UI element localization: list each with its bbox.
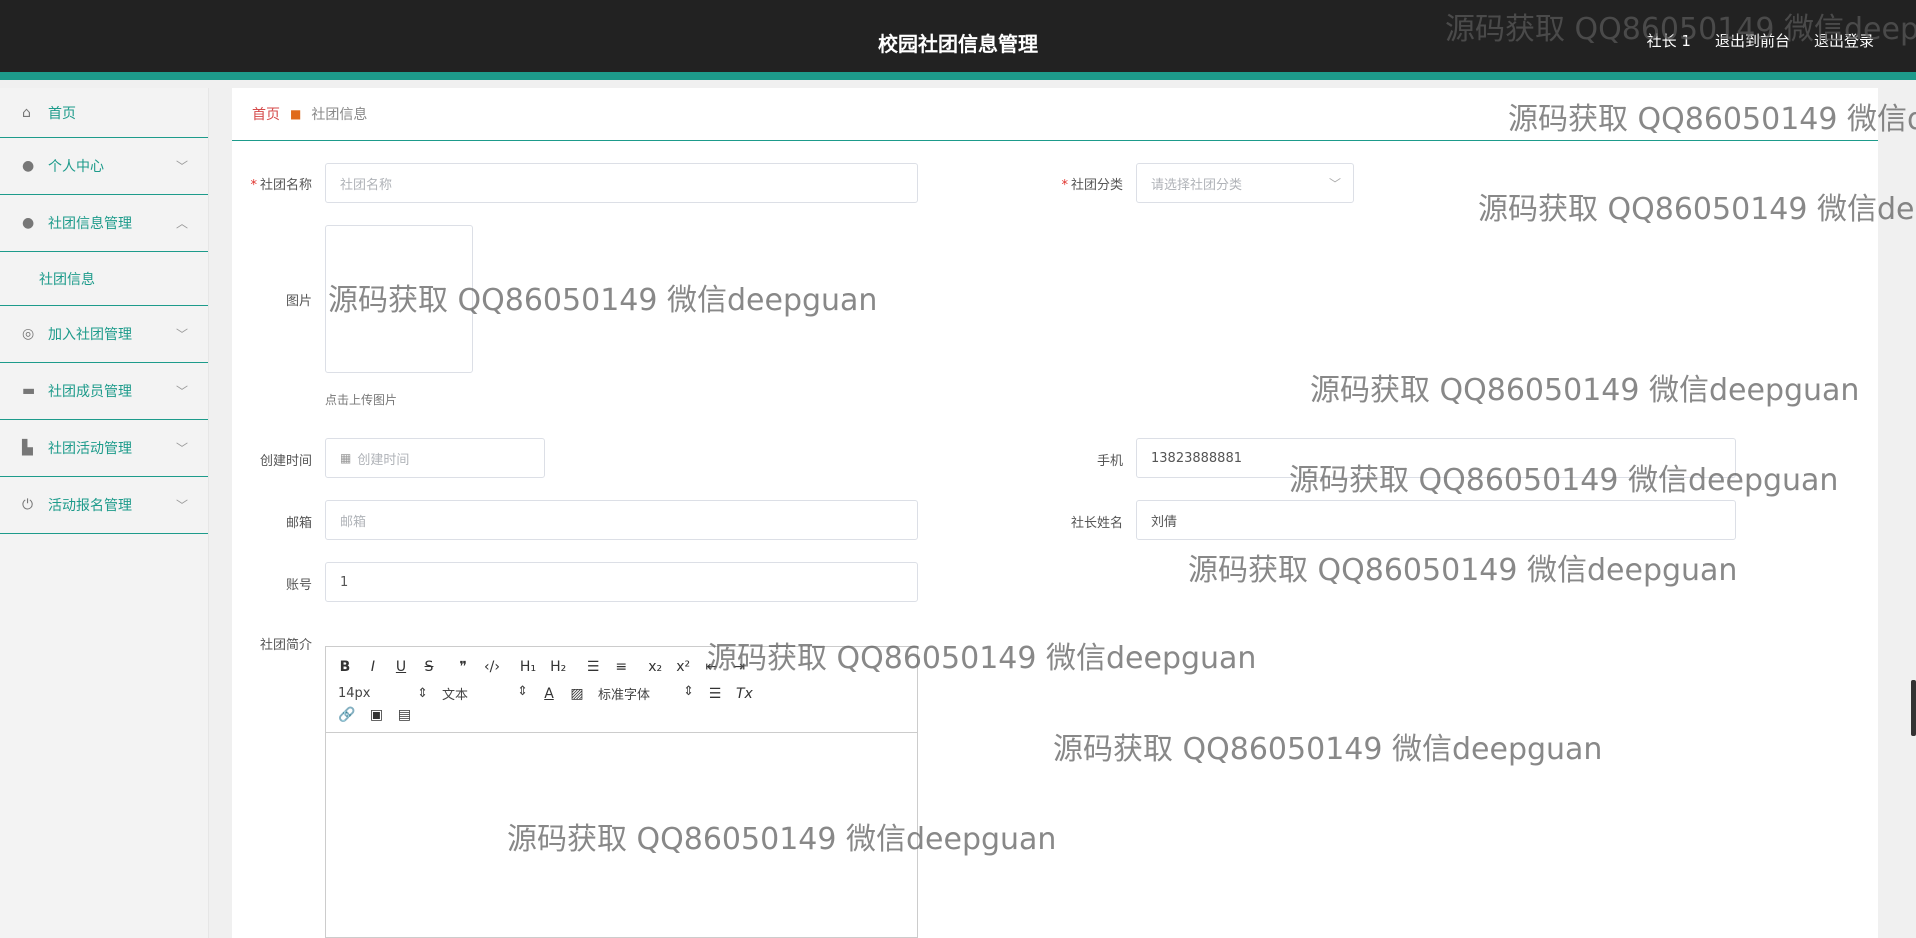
briefcase-icon: ▬: [22, 383, 36, 399]
quote-icon[interactable]: ❞: [456, 659, 470, 675]
intro-label: 社团简介: [259, 638, 312, 653]
leader-name-label: 社长姓名: [1070, 516, 1123, 531]
image-icon[interactable]: ▣: [369, 707, 383, 723]
updown-icon: ⇕: [683, 684, 694, 699]
sidebar-item-members[interactable]: ▬ 社团成员管理 ﹀: [0, 363, 208, 420]
sidebar-subitem-club-info[interactable]: 社团信息: [0, 252, 208, 306]
sidebar-item-label: 社团活动管理: [48, 441, 132, 457]
exit-to-front-link[interactable]: 退出到前台: [1715, 30, 1790, 51]
breadcrumb-separator-icon: ■: [290, 107, 302, 121]
home-icon: ⌂: [22, 104, 31, 121]
created-time-label: 创建时间: [259, 454, 312, 469]
sidebar: ⌂ 首页 ● 个人中心 ﹀ ● 社团信息管理 ︿ 社团信息 ◎ 加入社团管理 ﹀…: [0, 88, 209, 938]
font-size-value: 14px: [338, 686, 371, 701]
toolbar-row-3: 🔗 ▣ ▤: [338, 707, 411, 723]
account-input[interactable]: 1: [325, 562, 918, 602]
created-time-placeholder: 创建时间: [357, 452, 410, 468]
email-input[interactable]: 邮箱: [325, 500, 918, 540]
bullet-list-icon[interactable]: ≡: [614, 659, 628, 675]
superscript-icon[interactable]: x²: [676, 659, 690, 675]
header-actions: 社长 1 退出到前台 退出登录: [1647, 30, 1874, 51]
toolbar-row-1: B I U S ❞ ‹/› H₁ H₂ ☰ ≡ x₂ x² ⇤ ⇥: [338, 659, 746, 675]
background-color-icon[interactable]: ▨: [570, 686, 584, 702]
sidebar-item-home[interactable]: ⌂ 首页: [0, 88, 208, 138]
image-label: 图片: [285, 294, 312, 309]
account-label: 账号: [285, 578, 312, 593]
format-value: 文本: [442, 688, 469, 703]
upload-hint: 点击上传图片: [325, 393, 398, 407]
sidebar-item-label: 社团信息管理: [48, 216, 132, 232]
sidebar-item-join-club[interactable]: ◎ 加入社团管理 ﹀: [0, 306, 208, 363]
chevron-down-icon: ﹀: [1328, 176, 1341, 191]
phone-label: 手机: [1096, 454, 1123, 469]
font-family-value: 标准字体: [598, 688, 651, 703]
app-title: 校园社团信息管理: [878, 32, 1038, 56]
align-icon[interactable]: ☰: [708, 686, 722, 702]
sidebar-item-activities[interactable]: ▙ 社团活动管理 ﹀: [0, 420, 208, 477]
sidebar-item-label: 加入社团管理: [48, 327, 132, 343]
updown-icon: ⇕: [417, 686, 428, 701]
email-label: 邮箱: [285, 516, 312, 531]
chevron-down-icon: ﹀: [175, 498, 188, 513]
user-icon: ●: [22, 158, 35, 174]
sidebar-item-club-info[interactable]: ● 社团信息管理 ︿: [0, 195, 208, 252]
club-category-placeholder: 请选择社团分类: [1151, 177, 1243, 193]
club-category-select[interactable]: 请选择社团分类 ﹀: [1136, 163, 1354, 203]
rich-text-editor[interactable]: B I U S ❞ ‹/› H₁ H₂ ☰ ≡ x₂ x² ⇤ ⇥ 14px ⇕ …: [325, 646, 918, 938]
sidebar-item-label: 个人中心: [48, 159, 104, 175]
sidebar-item-label: 首页: [48, 105, 76, 122]
bold-icon[interactable]: B: [338, 659, 352, 675]
chevron-down-icon: ﹀: [175, 384, 188, 399]
page-scrollbar[interactable]: [1911, 680, 1916, 736]
calendar-icon: ▦: [340, 451, 352, 465]
power-icon: ⏻: [22, 497, 34, 513]
sidebar-item-label: 活动报名管理: [48, 498, 132, 514]
toolbar-row-2: 14px ⇕ 文本 ⇕ A ▨ 标准字体 ⇕ ☰ Tx: [338, 684, 753, 703]
heading-1-icon[interactable]: H₁: [520, 659, 536, 675]
chevron-up-icon: ︿: [175, 216, 188, 231]
club-category-label: * 社团分类: [1061, 178, 1123, 193]
club-name-input[interactable]: 社团名称: [325, 163, 918, 203]
link-icon[interactable]: 🔗: [338, 707, 355, 723]
club-name-label: * 社团名称: [250, 178, 312, 193]
updown-icon: ⇕: [517, 684, 528, 699]
logout-link[interactable]: 退出登录: [1814, 30, 1874, 51]
underline-icon[interactable]: U: [394, 659, 408, 675]
clear-format-icon[interactable]: Tx: [736, 686, 753, 702]
subscript-icon[interactable]: x₂: [648, 659, 662, 675]
font-size-select[interactable]: 14px ⇕: [338, 686, 428, 701]
format-select[interactable]: 文本 ⇕: [442, 684, 528, 703]
outdent-icon[interactable]: ⇥: [732, 659, 746, 675]
user-icon: ●: [22, 215, 35, 231]
sidebar-item-signup[interactable]: ⏻ 活动报名管理 ﹀: [0, 477, 208, 534]
font-family-select[interactable]: 标准字体 ⇕: [598, 684, 694, 703]
image-upload-box[interactable]: [325, 225, 473, 373]
breadcrumb-home[interactable]: 首页: [252, 104, 280, 124]
main-panel: 首页 ■ 社团信息 * 社团名称 社团名称 * 社团分类 请选择社团分类 ﹀ 图片 …: [232, 88, 1878, 938]
current-user-label[interactable]: 社长 1: [1647, 30, 1691, 51]
editor-toolbar: B I U S ❞ ‹/› H₁ H₂ ☰ ≡ x₂ x² ⇤ ⇥ 14px ⇕ …: [326, 647, 917, 733]
top-header: 校园社团信息管理 社长 1 退出到前台 退出登录: [0, 0, 1916, 80]
building-icon: ▙: [22, 440, 33, 456]
font-color-icon[interactable]: A: [542, 686, 556, 702]
indent-icon[interactable]: ⇤: [704, 659, 718, 675]
created-time-picker[interactable]: ▦ 创建时间: [325, 438, 545, 478]
target-icon: ◎: [22, 326, 35, 342]
chevron-down-icon: ﹀: [175, 441, 188, 456]
sidebar-item-personal-center[interactable]: ● 个人中心 ﹀: [0, 138, 208, 195]
phone-input[interactable]: 13823888881: [1136, 438, 1736, 478]
heading-2-icon[interactable]: H₂: [550, 659, 566, 675]
strikethrough-icon[interactable]: S: [422, 659, 436, 675]
breadcrumb-current: 社团信息: [311, 107, 368, 123]
ordered-list-icon[interactable]: ☰: [586, 659, 600, 675]
chevron-down-icon: ﹀: [175, 159, 188, 174]
leader-name-input[interactable]: 刘倩: [1136, 500, 1736, 540]
code-icon[interactable]: ‹/›: [484, 659, 500, 675]
italic-icon[interactable]: I: [366, 659, 380, 675]
breadcrumb: 首页 ■ 社团信息: [232, 88, 1878, 141]
chevron-down-icon: ﹀: [175, 327, 188, 342]
sidebar-item-label: 社团成员管理: [48, 384, 132, 400]
video-icon[interactable]: ▤: [397, 707, 411, 723]
